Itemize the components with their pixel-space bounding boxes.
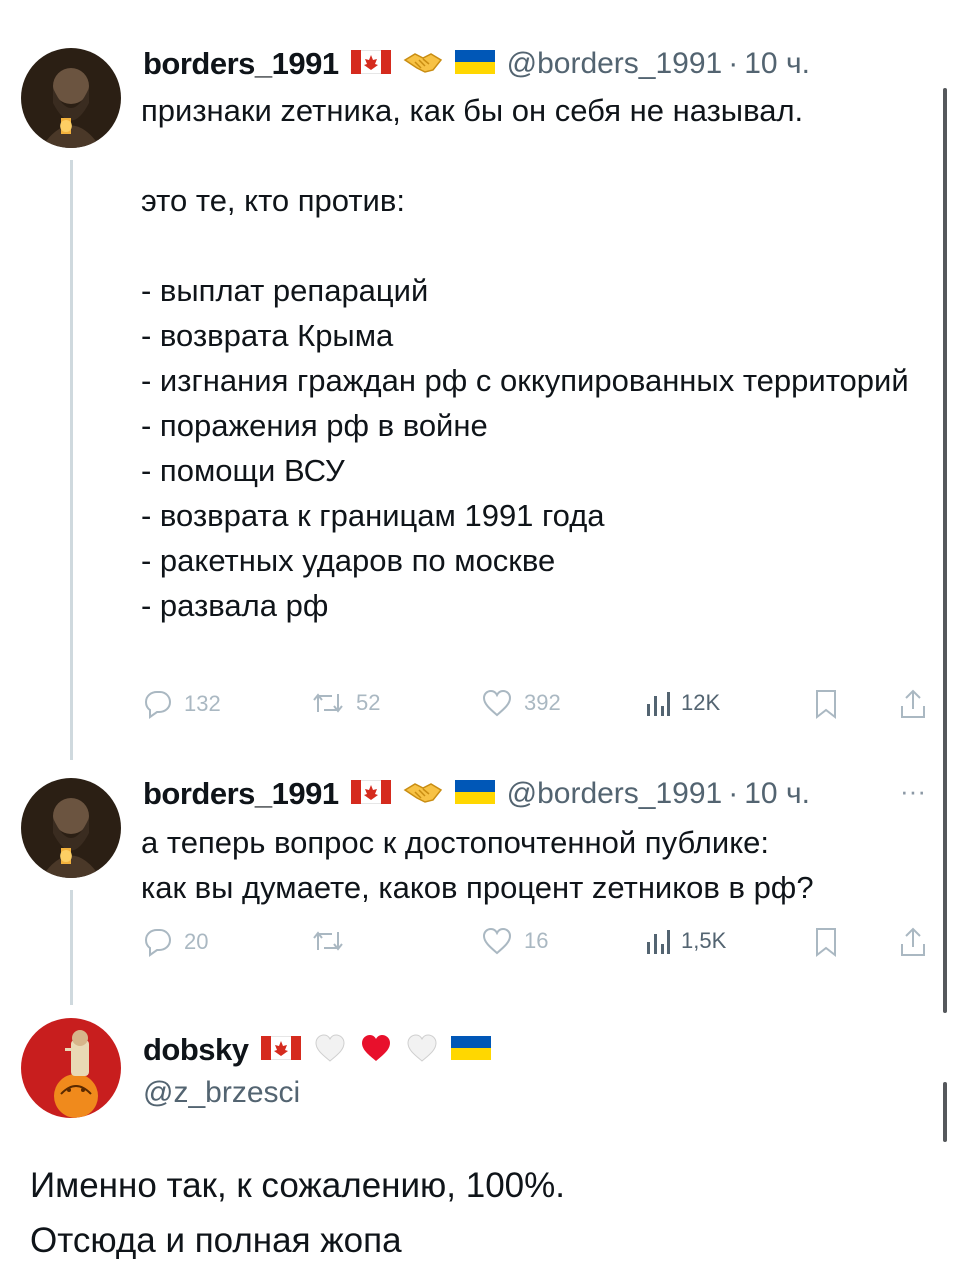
handshake-icon xyxy=(403,48,443,81)
author-handle[interactable]: @z_brzesci xyxy=(143,1076,300,1110)
avatar[interactable] xyxy=(21,1018,121,1118)
share-icon xyxy=(901,689,925,718)
views-button[interactable]: 1,5K xyxy=(645,926,726,956)
share-button[interactable] xyxy=(898,926,928,958)
like-count: 392 xyxy=(524,690,561,715)
red-heart-icon xyxy=(359,1033,393,1068)
scrollbar-secondary[interactable] xyxy=(943,1082,947,1142)
tweet-header: borders_1991 @borders_1991 · 10 ч. xyxy=(143,44,810,84)
reply-header: dobsky xyxy=(143,1030,491,1070)
handshake-icon xyxy=(403,778,443,811)
ukraine-flag-icon xyxy=(450,1035,491,1065)
like-button[interactable]: 16 xyxy=(480,926,548,956)
author-handle[interactable]: @borders_1991 xyxy=(507,47,723,81)
retweet-icon xyxy=(313,693,343,713)
reply-count: 20 xyxy=(184,929,209,954)
views-icon xyxy=(647,930,670,954)
share-button[interactable] xyxy=(898,688,928,720)
thread-line xyxy=(70,160,73,760)
reply-text: Именно так, к сожалению, 100%. Отсюда и … xyxy=(30,1166,565,1260)
reply-icon xyxy=(144,929,172,957)
retweet-icon xyxy=(313,931,343,951)
separator-dot: · xyxy=(728,777,739,810)
share-icon xyxy=(901,927,925,956)
author-handle[interactable]: @borders_1991 xyxy=(507,777,723,811)
avatar-image xyxy=(21,48,121,148)
like-icon xyxy=(482,689,512,717)
reply-button[interactable]: 20 xyxy=(140,926,208,958)
author-name[interactable]: dobsky xyxy=(143,1032,249,1068)
timestamp[interactable]: 10 ч. xyxy=(744,777,810,811)
author-name[interactable]: borders_1991 xyxy=(143,46,339,82)
tweet-text: признаки zетника, как бы он себя не назы… xyxy=(141,93,909,623)
more-options-button[interactable]: ··· xyxy=(900,776,926,807)
reply-button[interactable]: 132 xyxy=(140,688,221,720)
views-count: 1,5K xyxy=(681,928,727,953)
timestamp[interactable]: 10 ч. xyxy=(744,47,810,81)
views-button[interactable]: 12K xyxy=(645,688,720,718)
white-heart-icon xyxy=(313,1033,347,1068)
reply-icon xyxy=(144,691,172,719)
ukraine-flag-icon xyxy=(454,779,495,809)
avatar[interactable] xyxy=(21,778,121,878)
reply-count: 132 xyxy=(184,691,221,716)
white-heart-icon xyxy=(405,1033,439,1068)
canada-flag-icon xyxy=(260,1035,302,1065)
bookmark-button[interactable] xyxy=(812,688,840,720)
views-count: 12K xyxy=(681,690,721,715)
bookmark-icon xyxy=(816,690,836,720)
views-icon xyxy=(647,692,670,716)
bookmark-button[interactable] xyxy=(812,926,840,958)
avatar-image xyxy=(21,778,121,878)
tweet-header: borders_1991 @borders_1991 · 10 ч. xyxy=(143,774,810,814)
canada-flag-icon xyxy=(350,779,392,809)
retweet-button[interactable]: 52 xyxy=(310,688,380,718)
tweet-text: а теперь вопрос к достопочтенной публике… xyxy=(141,825,814,905)
retweet-count: 52 xyxy=(356,690,381,715)
like-button[interactable]: 392 xyxy=(480,688,561,718)
thread-line xyxy=(70,890,73,1005)
bookmark-icon xyxy=(816,928,836,958)
avatar[interactable] xyxy=(21,48,121,148)
retweet-button[interactable] xyxy=(310,926,356,956)
scrollbar[interactable] xyxy=(943,88,947,1013)
canada-flag-icon xyxy=(350,49,392,79)
separator-dot: · xyxy=(728,47,739,80)
like-icon xyxy=(482,927,512,955)
like-count: 16 xyxy=(524,928,549,953)
avatar-image xyxy=(21,1018,121,1118)
author-name[interactable]: borders_1991 xyxy=(143,776,339,812)
action-bar: 20 16 1,5K xyxy=(140,926,940,966)
ukraine-flag-icon xyxy=(454,49,495,79)
action-bar: 132 52 392 12K xyxy=(140,688,940,728)
